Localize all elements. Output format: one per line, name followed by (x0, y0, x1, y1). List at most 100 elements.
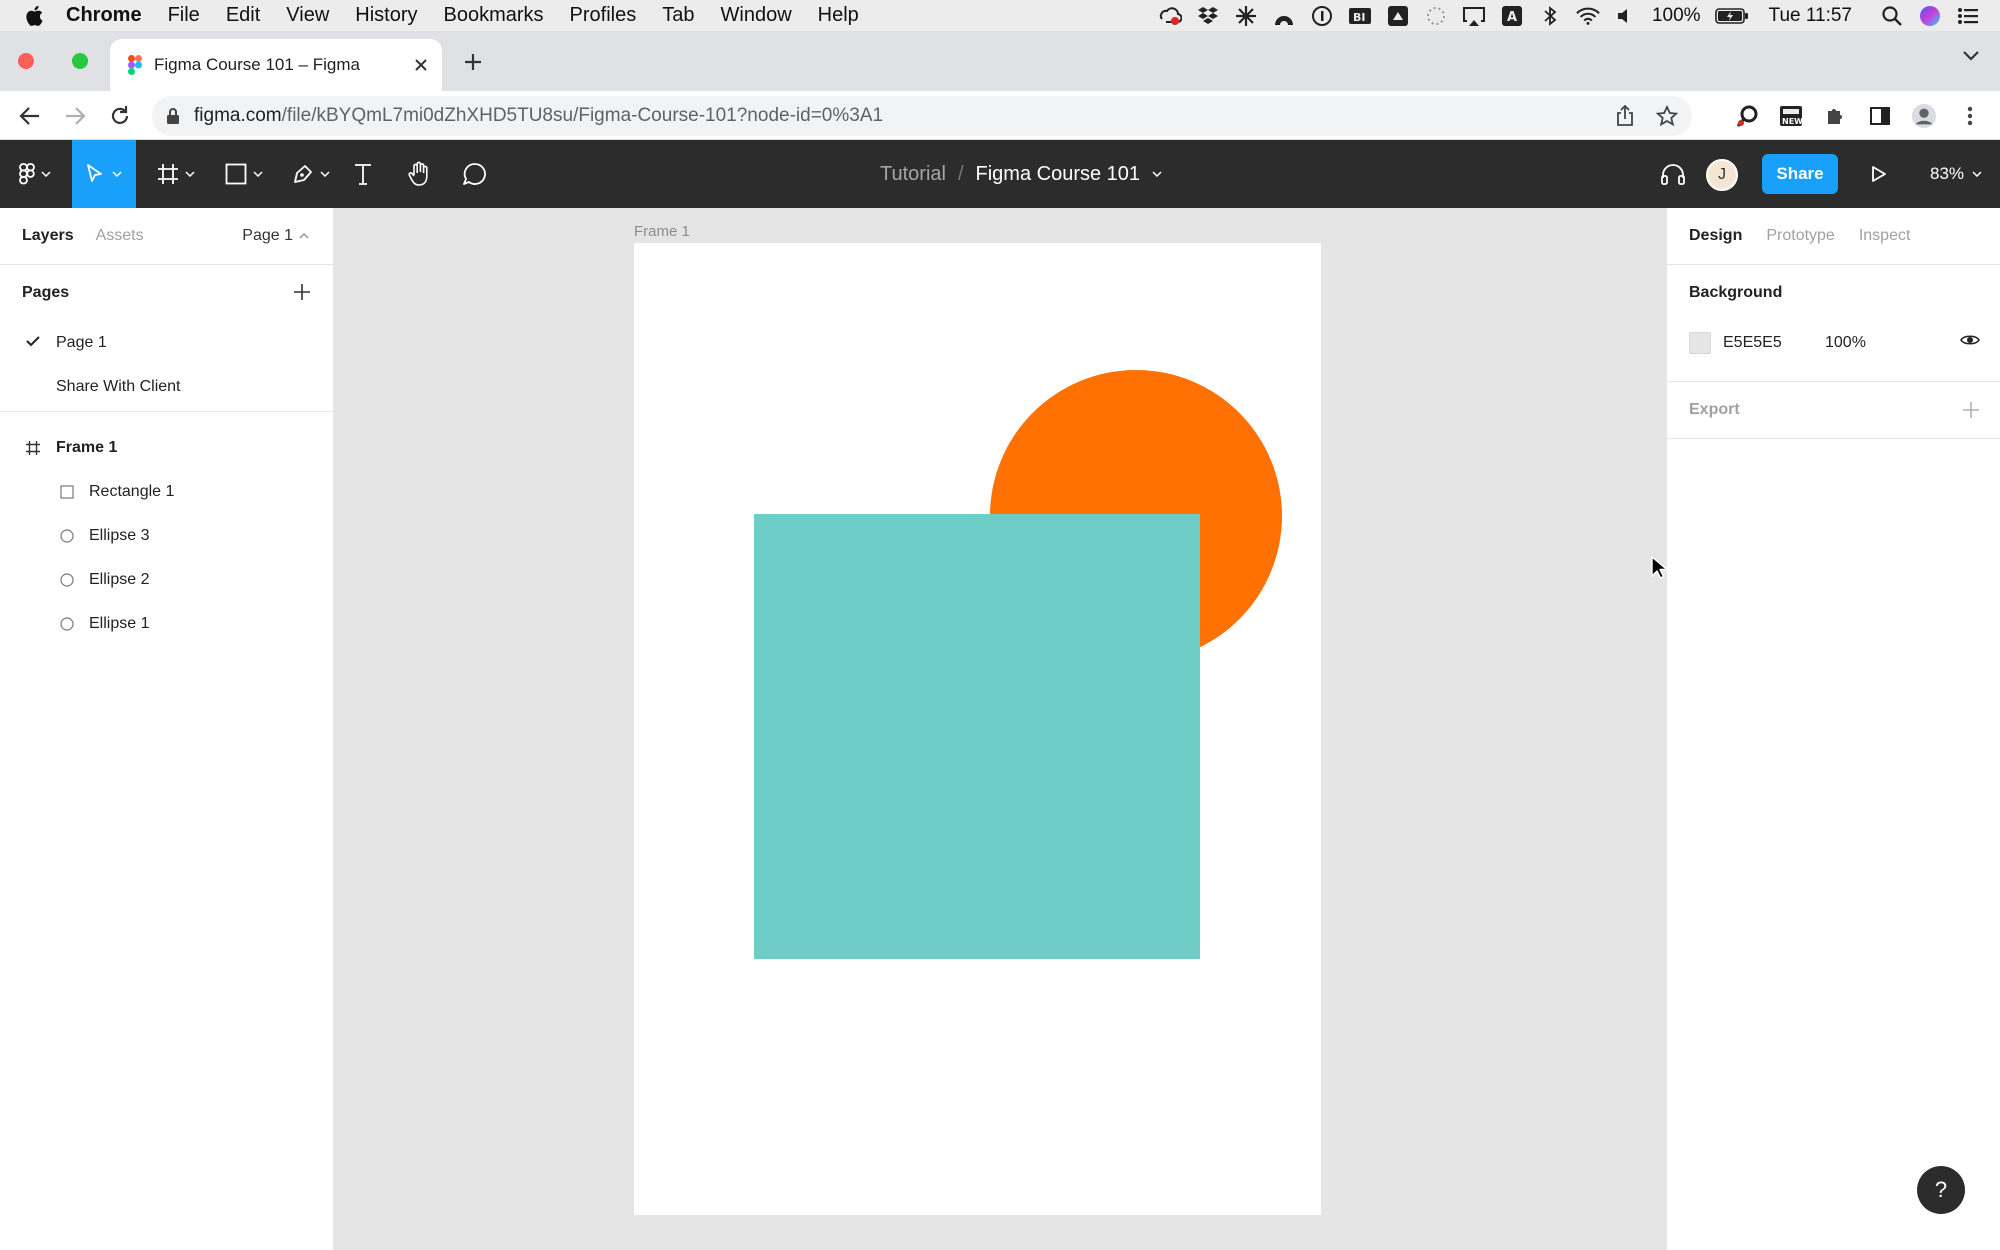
text-tool-button[interactable] (348, 140, 378, 208)
lastpass-extension-icon[interactable] (1735, 103, 1761, 129)
new-tab-icon[interactable] (458, 47, 488, 77)
drive-icon[interactable] (1386, 4, 1410, 28)
share-button[interactable]: Share (1762, 154, 1838, 194)
wifi-icon[interactable] (1576, 4, 1600, 28)
tab-inspect[interactable]: Inspect (1859, 227, 1911, 245)
eye-icon[interactable] (1960, 333, 1980, 347)
arch-icon[interactable] (1272, 4, 1296, 28)
tab-search-chevron-icon[interactable] (1962, 49, 1980, 61)
layer-frame-1[interactable]: Frame 1 (0, 426, 333, 470)
browser-toolbar: figma.com/file/kBYQmL7mi0dZhXHD5TU8su/Fi… (0, 91, 2000, 140)
main-menu-button[interactable] (12, 140, 58, 208)
snowflake-icon[interactable] (1234, 4, 1258, 28)
text-t-icon (353, 163, 373, 185)
news-extension-icon[interactable]: NEW (1778, 103, 1804, 129)
airplay-icon[interactable] (1462, 4, 1486, 28)
apple-icon[interactable] (24, 5, 66, 27)
creative-cloud-icon[interactable] (1158, 4, 1182, 28)
forward-arrow-icon[interactable] (62, 103, 88, 129)
layer-rectangle-1[interactable]: Rectangle 1 (0, 470, 333, 514)
page-switcher[interactable]: Page 1 (242, 227, 309, 245)
present-button[interactable] (1864, 140, 1894, 208)
siri-icon[interactable] (1918, 4, 1942, 28)
svg-text:NEW: NEW (1782, 117, 1803, 126)
menu-file[interactable]: File (168, 4, 200, 27)
address-bar[interactable]: figma.com/file/kBYQmL7mi0dZhXHD5TU8su/Fi… (152, 96, 1692, 136)
control-center-icon[interactable] (1956, 4, 1980, 28)
menu-app-name[interactable]: Chrome (66, 4, 142, 27)
page-item-page-1[interactable]: Page 1 (0, 321, 333, 365)
extensions-puzzle-icon[interactable] (1823, 103, 1849, 129)
url-text[interactable]: figma.com/file/kBYQmL7mi0dZhXHD5TU8su/Fi… (194, 105, 883, 127)
menu-bookmarks[interactable]: Bookmarks (444, 4, 544, 27)
layer-ellipse-3[interactable]: Ellipse 3 (0, 514, 333, 558)
menu-window[interactable]: Window (721, 4, 792, 27)
tab-assets[interactable]: Assets (96, 227, 144, 245)
profile-avatar-icon[interactable] (1911, 103, 1937, 129)
chevron-down-icon (41, 171, 51, 177)
menu-view[interactable]: View (286, 4, 329, 27)
export-section[interactable]: Export (1667, 382, 2000, 438)
figma-favicon-icon (128, 55, 142, 75)
loading-icon[interactable] (1424, 4, 1448, 28)
menu-edit[interactable]: Edit (226, 4, 260, 27)
dropbox-icon[interactable] (1196, 4, 1220, 28)
browser-tab-active[interactable]: Figma Course 101 – Figma (110, 39, 442, 91)
pen-tool-button[interactable] (284, 140, 338, 208)
reload-icon[interactable] (107, 103, 133, 129)
menu-history[interactable]: History (355, 4, 417, 27)
pages-header: Pages (0, 265, 333, 321)
comment-tool-button[interactable] (458, 140, 492, 208)
window-zoom-button[interactable] (72, 53, 88, 69)
clock[interactable]: Tue 11:57 (1769, 5, 1852, 27)
input-source-icon[interactable]: A (1500, 4, 1524, 28)
background-color-swatch[interactable] (1689, 332, 1711, 354)
pen-icon (292, 163, 314, 185)
file-title[interactable]: Tutorial / Figma Course 101 (880, 140, 1162, 208)
menu-tab[interactable]: Tab (662, 4, 694, 27)
battery-icon[interactable] (1714, 4, 1749, 28)
frame-label[interactable]: Frame 1 (634, 223, 690, 240)
headphones-icon (1660, 162, 1686, 186)
menu-help[interactable]: Help (818, 4, 859, 27)
help-button[interactable]: ? (1917, 1166, 1965, 1214)
layer-ellipse-1[interactable]: Ellipse 1 (0, 602, 333, 646)
add-page-plus-icon[interactable] (293, 283, 311, 301)
tab-close-icon[interactable] (414, 58, 428, 72)
volume-icon[interactable] (1614, 4, 1638, 28)
background-opacity-input[interactable]: 100% (1825, 334, 1866, 352)
shape-tool-button[interactable] (218, 140, 270, 208)
file-name[interactable]: Figma Course 101 (976, 163, 1141, 186)
bluetooth-icon[interactable] (1538, 4, 1562, 28)
bartender-icon[interactable]: BI (1348, 4, 1372, 28)
chrome-menu-icon[interactable] (1957, 103, 1983, 129)
window-close-button[interactable] (18, 53, 34, 69)
page-item-share-with-client[interactable]: Share With Client (0, 365, 333, 409)
back-arrow-icon[interactable] (17, 103, 43, 129)
move-tool-button[interactable] (72, 140, 136, 208)
project-name[interactable]: Tutorial (880, 163, 946, 186)
spotlight-search-icon[interactable] (1880, 4, 1904, 28)
background-hex-input[interactable]: E5E5E5 (1723, 334, 1825, 352)
check-icon (26, 335, 40, 347)
layer-ellipse-2[interactable]: Ellipse 2 (0, 558, 333, 602)
frame-1[interactable] (634, 243, 1321, 1215)
hand-tool-button[interactable] (402, 140, 436, 208)
1password-icon[interactable] (1310, 4, 1334, 28)
lock-icon[interactable] (166, 107, 180, 125)
rectangle-shape[interactable] (754, 514, 1200, 959)
tab-design[interactable]: Design (1689, 227, 1742, 245)
share-page-icon[interactable] (1616, 105, 1634, 127)
audio-chat-button[interactable] (1656, 140, 1690, 208)
design-canvas[interactable]: Frame 1 (334, 208, 1666, 1250)
tab-layers[interactable]: Layers (22, 227, 74, 245)
bookmark-star-icon[interactable] (1656, 105, 1678, 127)
side-panel-icon[interactable] (1867, 103, 1893, 129)
tab-prototype[interactable]: Prototype (1766, 227, 1834, 245)
user-avatar[interactable]: J (1706, 159, 1738, 191)
add-export-plus-icon[interactable] (1962, 401, 1980, 419)
chevron-down-icon[interactable] (1152, 171, 1162, 177)
menu-profiles[interactable]: Profiles (570, 4, 637, 27)
zoom-menu[interactable]: 83% (1930, 140, 1982, 208)
frame-tool-button[interactable] (150, 140, 202, 208)
